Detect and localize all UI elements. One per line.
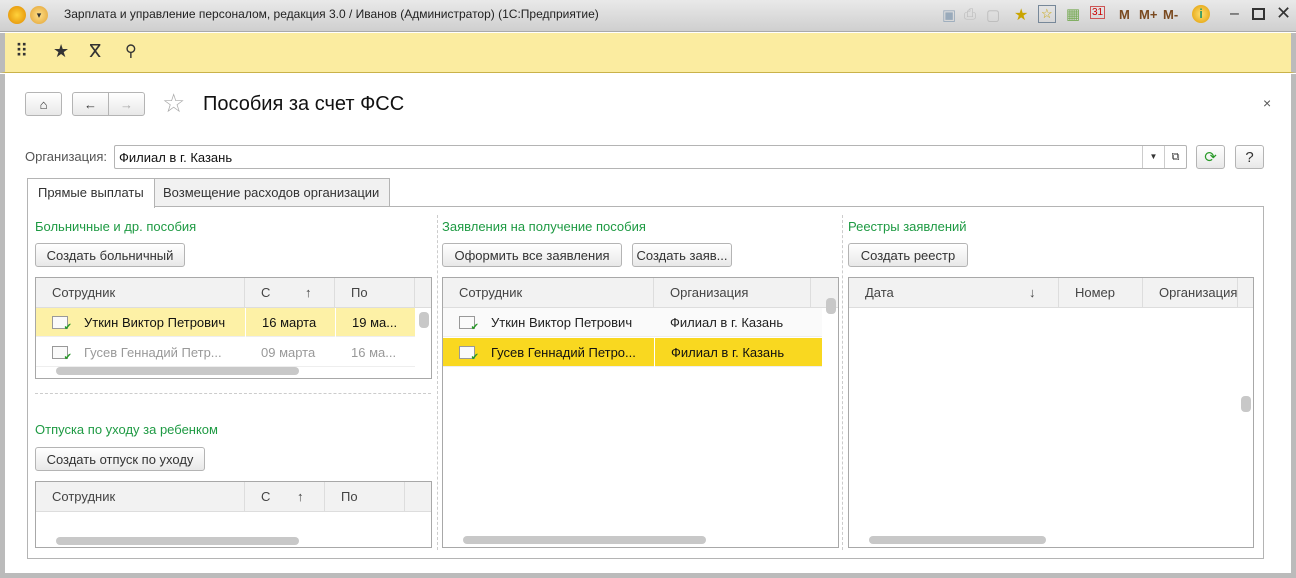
memory-m-button[interactable]: M	[1119, 7, 1130, 22]
create-register-button[interactable]: Создать реестр	[848, 243, 968, 267]
divider	[842, 215, 843, 550]
col-from-label: С	[261, 285, 271, 300]
col-to[interactable]: По	[325, 482, 405, 512]
apps-grid-icon[interactable]: ⠿	[15, 41, 28, 62]
horizontal-scrollbar[interactable]	[56, 367, 299, 375]
maximize-button[interactable]	[1252, 8, 1265, 20]
horizontal-scrollbar[interactable]	[869, 536, 1046, 544]
favorites-icon[interactable]: ☆	[1038, 5, 1056, 23]
registers-section-title: Реестры заявлений	[848, 219, 967, 234]
app-logo	[8, 6, 26, 24]
cell-from: 16 марта	[245, 308, 335, 337]
title-bar: ▾ Зарплата и управление персоналом, реда…	[0, 0, 1296, 32]
leave-section-title: Отпуска по уходу за ребенком	[35, 422, 218, 437]
history-icon[interactable]: ⴳ	[89, 41, 101, 62]
document-posted-icon	[52, 346, 72, 363]
minimize-button[interactable]: –	[1230, 5, 1239, 23]
cell-employee: Уткин Виктор Петрович	[84, 315, 226, 330]
sick-table: Сотрудник С↑ По Уткин Виктор Петрович 16…	[35, 277, 432, 379]
horizontal-scrollbar[interactable]	[56, 537, 299, 545]
tab-reimbursement[interactable]: Возмещение расходов организации	[152, 178, 391, 207]
document-posted-icon	[52, 316, 72, 333]
save-icon[interactable]: ▣	[942, 6, 956, 24]
window-title: Зарплата и управление персоналом, редакц…	[64, 7, 599, 21]
col-organization[interactable]: Организация	[1143, 278, 1238, 308]
sort-asc-icon: ↑	[305, 285, 312, 300]
favorite-star-icon[interactable]: ☆	[162, 88, 185, 119]
org-field[interactable]: Филиал в г. Казань ▼ ⧉	[114, 145, 1187, 169]
org-open-icon[interactable]: ⧉	[1164, 146, 1186, 168]
cell-from: 09 марта	[261, 345, 316, 360]
table-row[interactable]: Уткин Виктор Петрович Филиал в г. Казань	[443, 308, 822, 337]
org-value: Филиал в г. Казань	[119, 150, 233, 165]
info-icon[interactable]: i	[1192, 5, 1210, 23]
vertical-scrollbar[interactable]	[1241, 396, 1251, 412]
col-from-label: С	[261, 489, 271, 504]
tab-direct-payments[interactable]: Прямые выплаты	[27, 178, 155, 208]
cell-employee: Уткин Виктор Петрович	[491, 315, 633, 330]
vertical-scrollbar[interactable]	[419, 312, 429, 328]
applications-table: Сотрудник Организация Уткин Виктор Петро…	[442, 277, 839, 548]
home-button[interactable]: ⌂	[25, 92, 62, 116]
process-all-applications-button[interactable]: Оформить все заявления	[442, 243, 622, 267]
refresh-button[interactable]: ⟳	[1196, 145, 1225, 169]
document-posted-icon	[459, 346, 479, 363]
close-window-button[interactable]: ✕	[1276, 3, 1291, 24]
cell-organization: Филиал в г. Казань	[670, 315, 784, 330]
create-sick-leave-button[interactable]: Создать больничный	[35, 243, 185, 267]
leave-table: Сотрудник С ↑ По	[35, 481, 432, 548]
close-form-button[interactable]: ×	[1263, 95, 1271, 111]
add-favorite-icon[interactable]: ★	[1014, 5, 1028, 25]
memory-minus-button[interactable]: M-	[1163, 7, 1178, 22]
table-row[interactable]: Уткин Виктор Петрович 16 марта 19 ма...	[36, 308, 415, 337]
sick-section-title: Больничные и др. пособия	[35, 219, 197, 234]
table-row-selected[interactable]: Гусев Геннадий Петро... Филиал в г. Каза…	[443, 338, 822, 367]
cell-employee: Гусев Геннадий Петро...	[491, 345, 636, 360]
section-toolbar: ⠿ ★ ⴳ ⚲	[0, 33, 1296, 73]
page-title: Пособия за счет ФСС	[203, 93, 405, 115]
registers-table: Дата ↓ Номер Организация	[848, 277, 1254, 548]
divider	[437, 215, 438, 550]
col-employee[interactable]: Сотрудник	[36, 278, 245, 308]
org-label: Организация:	[25, 149, 108, 164]
cell-organization: Филиал в г. Казань	[654, 338, 811, 367]
search-icon[interactable]: ⚲	[125, 41, 137, 61]
preview-icon[interactable]: ▢	[986, 6, 1000, 24]
org-dropdown-icon[interactable]: ▼	[1142, 146, 1164, 168]
col-from[interactable]: С ↑	[245, 482, 325, 512]
col-employee[interactable]: Сотрудник	[36, 482, 245, 512]
help-button[interactable]: ?	[1235, 145, 1264, 169]
cell-to: 19 ма...	[335, 308, 415, 337]
col-date[interactable]: Дата ↓	[849, 278, 1059, 308]
col-from[interactable]: С ↑	[245, 278, 335, 308]
col-number[interactable]: Номер	[1059, 278, 1143, 308]
col-organization[interactable]: Организация	[654, 278, 811, 308]
memory-plus-button[interactable]: M+	[1139, 7, 1157, 22]
main-menu-button[interactable]: ▾	[30, 6, 48, 24]
horizontal-scrollbar[interactable]	[463, 536, 706, 544]
calendar-icon[interactable]: 31	[1090, 6, 1106, 19]
calculator-icon[interactable]: ▦	[1066, 5, 1080, 23]
divider	[35, 393, 431, 394]
col-employee[interactable]: Сотрудник	[443, 278, 654, 308]
create-application-button[interactable]: Создать заяв...	[632, 243, 732, 267]
col-to[interactable]: По	[335, 278, 415, 308]
applications-section-title: Заявления на получение пособия	[442, 219, 646, 234]
document-posted-icon	[459, 316, 479, 333]
cell-to: 16 ма...	[351, 345, 397, 360]
vertical-scrollbar[interactable]	[826, 298, 836, 314]
create-leave-button[interactable]: Создать отпуск по уходу	[35, 447, 205, 471]
forward-button[interactable]: →	[108, 92, 145, 116]
table-row[interactable]: Гусев Геннадий Петр... 09 марта 16 ма...	[36, 338, 415, 367]
favorites-star-icon[interactable]: ★	[53, 41, 69, 62]
col-date-label: Дата	[865, 285, 894, 300]
print-icon[interactable]: ⎙	[964, 6, 976, 23]
back-button[interactable]: ←	[72, 92, 109, 116]
sort-desc-icon: ↓	[1029, 285, 1036, 300]
cell-employee: Гусев Геннадий Петр...	[84, 345, 222, 360]
sort-asc-icon: ↑	[297, 489, 304, 504]
